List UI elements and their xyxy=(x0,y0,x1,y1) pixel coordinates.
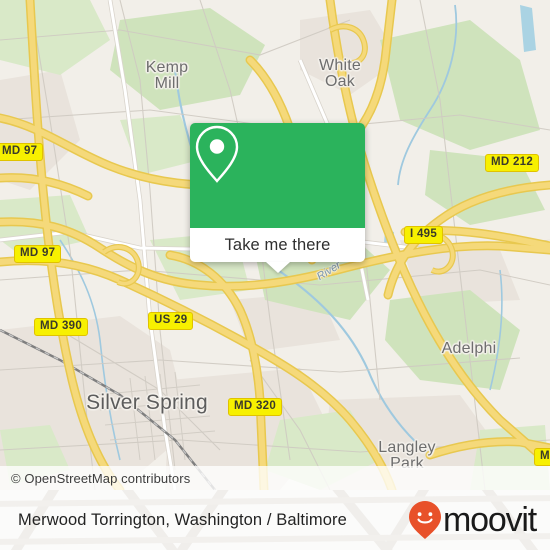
highway-shield-md-partial: MD xyxy=(534,448,550,466)
highway-shield-md-97-south: MD 97 xyxy=(14,245,62,263)
footer-bar: Merwood Torrington, Washington / Baltimo… xyxy=(0,490,550,550)
highway-shield-md-212: MD 212 xyxy=(485,154,540,172)
map-canvas[interactable]: .land{fill:#f2efe9} .green{fill:#cfe3bc}… xyxy=(0,0,550,490)
highway-shield-md-390: MD 390 xyxy=(34,318,89,336)
map-pin-icon xyxy=(195,125,239,183)
highway-shield-us-29: US 29 xyxy=(148,312,194,330)
popup-icon-area xyxy=(190,123,365,228)
moovit-logo[interactable]: moovit xyxy=(408,500,550,540)
footer-location-title: Merwood Torrington, Washington / Baltimo… xyxy=(18,510,347,529)
highway-shield-md-97-north: MD 97 xyxy=(0,143,44,161)
location-popup-card[interactable]: Take me there xyxy=(190,123,365,273)
highway-shield-md-320: MD 320 xyxy=(228,398,283,416)
take-me-there-label: Take me there xyxy=(224,235,331,254)
popup-action-bar[interactable]: Take me there xyxy=(190,228,365,273)
moovit-map-screenshot: .land{fill:#f2efe9} .green{fill:#cfe3bc}… xyxy=(0,0,550,550)
map-attribution-bar: © OpenStreetMap contributors xyxy=(0,466,550,490)
moovit-wordmark: moovit xyxy=(443,501,537,539)
moovit-smiley-pin-icon xyxy=(409,501,442,539)
osm-attribution-text[interactable]: © OpenStreetMap contributors xyxy=(0,471,190,486)
popup-tail xyxy=(265,262,290,273)
highway-shield-i-495: I 495 xyxy=(404,226,444,244)
